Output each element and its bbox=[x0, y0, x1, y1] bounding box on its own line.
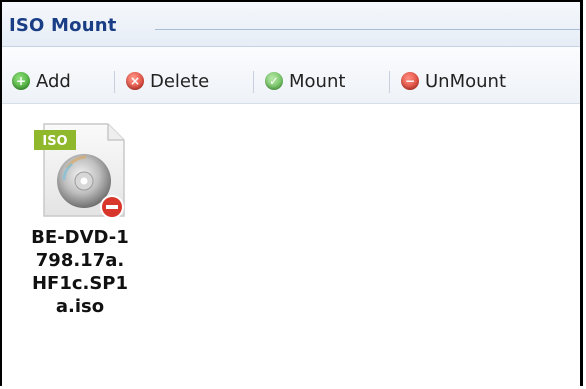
title-divider bbox=[155, 29, 580, 30]
file-area: ISO BE-DVD-1 798.17a. HF1c.SP1 a.iso bbox=[2, 104, 580, 386]
mount-button[interactable]: ✓ Mount bbox=[265, 68, 345, 94]
mount-icon: ✓ bbox=[265, 72, 283, 90]
toolbar-separator bbox=[114, 71, 115, 93]
panel-title: ISO Mount bbox=[9, 15, 117, 36]
unmount-label: UnMount bbox=[425, 70, 506, 92]
iso-file-item[interactable]: ISO BE-DVD-1 798.17a. HF1c.SP1 a.iso bbox=[18, 116, 142, 318]
add-button[interactable]: + Add bbox=[12, 68, 71, 94]
panel-header: ISO Mount bbox=[2, 2, 580, 47]
iso-file-icon: ISO bbox=[26, 116, 136, 226]
iso-mount-panel: ISO Mount + Add × Delete ✓ Mount − UnMou… bbox=[0, 0, 583, 386]
add-label: Add bbox=[36, 70, 71, 92]
toolbar: + Add × Delete ✓ Mount − UnMount bbox=[2, 47, 580, 104]
delete-label: Delete bbox=[150, 70, 210, 92]
add-icon: + bbox=[12, 72, 30, 90]
svg-text:ISO: ISO bbox=[42, 134, 67, 149]
toolbar-separator bbox=[253, 71, 254, 93]
delete-icon: × bbox=[126, 72, 144, 90]
unmount-icon: − bbox=[401, 72, 419, 90]
mount-label: Mount bbox=[289, 70, 346, 92]
toolbar-separator bbox=[389, 71, 390, 93]
file-name: BE-DVD-1 798.17a. HF1c.SP1 a.iso bbox=[31, 227, 129, 317]
delete-button[interactable]: × Delete bbox=[126, 68, 209, 94]
unmount-button[interactable]: − UnMount bbox=[401, 68, 506, 94]
